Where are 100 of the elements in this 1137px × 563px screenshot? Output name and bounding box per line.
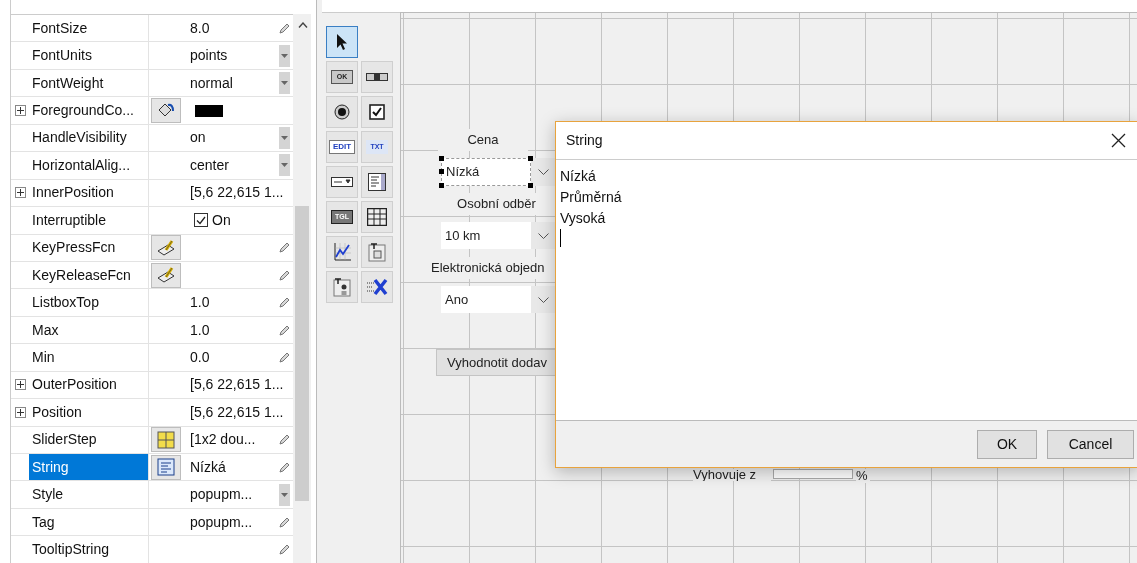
pencil-icon	[278, 324, 290, 336]
property-value: 1.0	[190, 293, 210, 313]
dialog-title: String	[566, 131, 603, 150]
panel-icon	[368, 242, 386, 262]
property-row[interactable]: KeyPressFcn	[11, 234, 293, 262]
property-editor-button[interactable]	[150, 235, 181, 261]
property-name[interactable]: Style	[29, 481, 149, 508]
popup-menu[interactable]: Ano	[441, 286, 556, 313]
property-name[interactable]: TooltipString	[29, 536, 149, 563]
palette-tool[interactable]	[326, 26, 358, 58]
property-row[interactable]: ListboxTop 1.0	[11, 289, 293, 317]
property-name[interactable]: SliderStep	[29, 426, 149, 453]
selection-handle[interactable]	[528, 156, 533, 161]
property-row[interactable]: Tag popupm...	[11, 508, 293, 537]
property-value: 1.0	[190, 320, 210, 340]
pencil-icon	[278, 297, 290, 309]
pencil-icon	[278, 434, 290, 446]
property-value: 8.0	[190, 18, 210, 38]
expand-toggle[interactable]	[14, 187, 26, 199]
property-value: center	[190, 155, 229, 175]
grid-icon	[156, 430, 175, 449]
text-area[interactable]: Nízká Průměrná Vysoká	[556, 160, 1137, 421]
pencil-icon	[278, 242, 290, 254]
text-line: Průměrná	[560, 188, 622, 207]
slider-icon	[366, 73, 388, 81]
static-text: Vyhovuje z	[693, 469, 771, 481]
text-line: Nízká	[560, 167, 596, 186]
selection-handle[interactable]	[528, 183, 533, 188]
dialog-button[interactable]: OK	[977, 429, 1037, 459]
pencil-icon	[278, 351, 290, 363]
chevron-down-icon	[538, 232, 549, 239]
property-row[interactable]: FontSize 8.0	[11, 15, 293, 43]
property-row[interactable]: Min 0.0	[11, 344, 293, 372]
expand-toggle[interactable]	[14, 406, 26, 418]
scrollbar-thumb[interactable]	[295, 206, 309, 501]
property-row[interactable]: Max 1.0	[11, 316, 293, 345]
property-row[interactable]: ForegroundCo...	[11, 97, 293, 125]
pencil-icon	[278, 269, 290, 281]
pencil-icon	[278, 544, 290, 556]
triangle-down-icon	[280, 53, 288, 58]
property-value: Nízká	[190, 457, 226, 477]
dropdown-button[interactable]	[278, 72, 290, 95]
chevron-up-icon	[298, 22, 308, 28]
dialog-button[interactable]: Cancel	[1047, 429, 1134, 459]
text-lines-icon	[156, 458, 175, 477]
push-button[interactable]: Vyhodnotit dodav	[436, 349, 556, 376]
property-row[interactable]: OuterPosition [5,6 22,615 1...	[11, 371, 293, 400]
activex-icon	[366, 278, 388, 296]
property-value: [5,6 22,615 1...	[190, 183, 284, 203]
color-swatch[interactable]	[195, 104, 223, 117]
pen-paper-icon	[155, 266, 176, 285]
property-row[interactable]: Style popupm...	[11, 481, 293, 509]
pen-paper-icon	[155, 238, 176, 257]
pencil-icon	[278, 22, 290, 34]
property-row[interactable]: String Nízká	[11, 454, 293, 482]
property-name[interactable]: Tag	[29, 508, 149, 536]
axes-plot-icon	[332, 242, 352, 262]
scrollbar[interactable]	[293, 14, 311, 563]
checkbox[interactable]	[194, 213, 208, 228]
property-row[interactable]: SliderStep [1x2 dou...	[11, 426, 293, 454]
property-name[interactable]: OuterPosition	[29, 371, 149, 399]
property-value: normal	[190, 73, 233, 93]
popup-menu[interactable]: 10 km	[441, 222, 556, 249]
expand-toggle[interactable]	[14, 379, 26, 391]
dropdown-button[interactable]	[278, 126, 290, 149]
edit-field[interactable]	[773, 469, 853, 479]
selection-handle[interactable]	[439, 169, 444, 174]
property-row[interactable]: FontWeight normal	[11, 69, 293, 98]
property-row[interactable]: HorizontalAlig... center	[11, 152, 293, 180]
dropdown-button[interactable]	[278, 154, 290, 177]
property-editor-button[interactable]	[150, 262, 181, 288]
pencil-icon	[278, 461, 290, 473]
property-value: popupm...	[190, 512, 253, 532]
selection-handle[interactable]	[439, 156, 444, 161]
palette-tool[interactable]: EDIT	[326, 131, 358, 163]
checkbox-icon	[369, 104, 385, 120]
dropdown-button[interactable]	[278, 44, 290, 67]
triangle-down-icon	[280, 163, 288, 168]
property-value: 0.0	[190, 347, 210, 367]
property-row[interactable]: Interruptible On	[11, 207, 293, 235]
static-text: %	[856, 469, 870, 483]
checkbox-label: On	[212, 210, 231, 230]
property-value: on	[190, 128, 206, 148]
property-editor-button[interactable]	[150, 98, 181, 124]
triangle-down-icon	[280, 135, 288, 140]
chevron-down-icon	[538, 296, 549, 303]
popup-menu[interactable]: Nízká	[441, 158, 556, 186]
button-group-icon	[333, 277, 351, 297]
property-value: [5,6 22,615 1...	[190, 402, 284, 422]
expand-toggle[interactable]	[14, 105, 26, 117]
property-row[interactable]: InnerPosition [5,6 22,615 1...	[11, 179, 293, 208]
property-name[interactable]: String	[29, 454, 149, 481]
property-row[interactable]: HandleVisibility on	[11, 124, 293, 153]
property-row[interactable]: KeyReleaseFcn	[11, 261, 293, 290]
dropdown-button[interactable]	[278, 483, 290, 506]
property-row[interactable]: FontUnits points	[11, 42, 293, 70]
listbox-icon	[368, 173, 386, 191]
property-row[interactable]: Position [5,6 22,615 1...	[11, 399, 293, 427]
property-value: [5,6 22,615 1...	[190, 375, 284, 395]
selection-handle[interactable]	[439, 183, 444, 188]
